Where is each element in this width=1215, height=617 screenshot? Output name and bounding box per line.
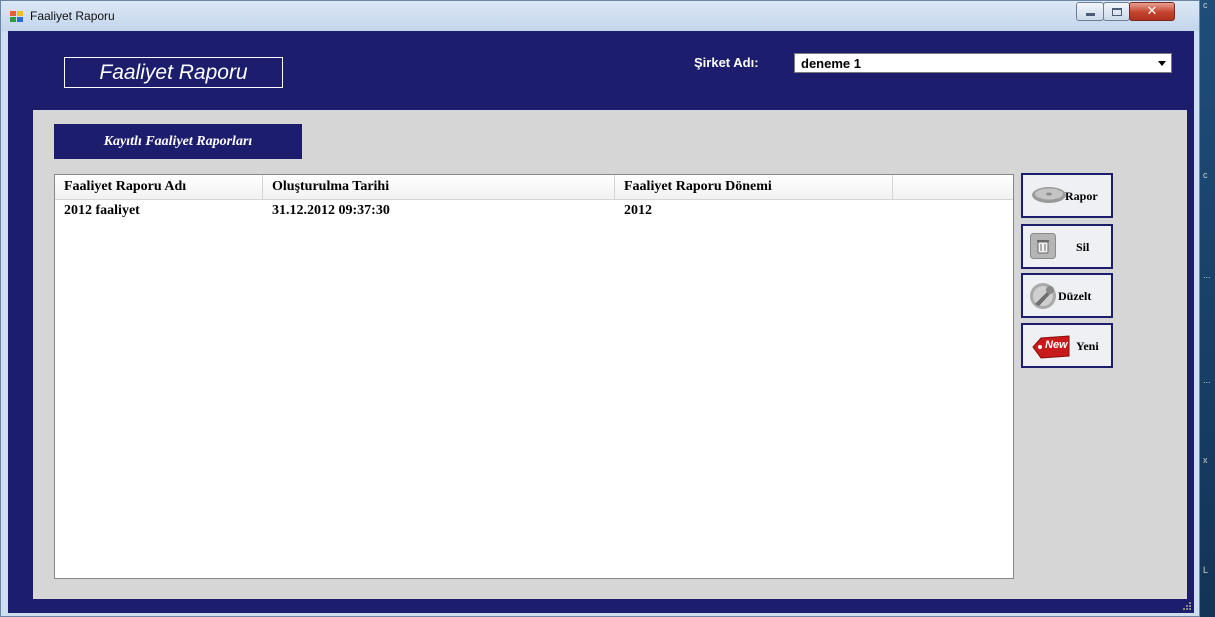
wrench-icon bbox=[1030, 283, 1056, 309]
column-header-report-period[interactable]: Faaliyet Raporu Dönemi bbox=[615, 175, 893, 199]
delete-button-label: Sil bbox=[1076, 240, 1090, 254]
resize-grip-icon[interactable] bbox=[1181, 602, 1191, 612]
reports-grid[interactable]: Faaliyet Raporu Adı Oluşturulma Tarihi F… bbox=[54, 174, 1014, 579]
company-select[interactable]: deneme 1 bbox=[794, 53, 1172, 73]
edit-button[interactable]: Düzelt bbox=[1021, 273, 1113, 318]
client-area: Faaliyet Raporu Şirket Adı: deneme 1 Kay… bbox=[8, 31, 1194, 613]
cell-report-period[interactable]: 2012 bbox=[615, 200, 893, 222]
title-bar[interactable]: Faaliyet Raporu ✕ bbox=[1, 1, 1199, 31]
desktop-text-fragment: c bbox=[1203, 0, 1208, 10]
maximize-button[interactable] bbox=[1103, 2, 1130, 21]
new-button[interactable]: New Yeni bbox=[1021, 323, 1113, 368]
cell-report-name[interactable]: 2012 faaliyet bbox=[55, 200, 263, 222]
edit-button-label: Düzelt bbox=[1058, 289, 1092, 303]
desktop-text-fragment: c bbox=[1203, 170, 1208, 180]
minimize-button[interactable] bbox=[1076, 2, 1104, 21]
window-title: Faaliyet Raporu bbox=[30, 9, 115, 23]
main-window: Faaliyet Raporu ✕ Faaliyet Raporu Şirket… bbox=[0, 0, 1200, 617]
section-title: Kayıtlı Faaliyet Raporları bbox=[103, 134, 253, 149]
close-icon: ✕ bbox=[1146, 4, 1158, 19]
delete-button[interactable]: Sil bbox=[1021, 224, 1113, 269]
new-tag-text: New bbox=[1045, 339, 1068, 351]
column-header-created-date[interactable]: Oluşturulma Tarihi bbox=[263, 175, 615, 199]
desktop-text-fragment: ... bbox=[1203, 270, 1211, 280]
minimize-icon bbox=[1085, 13, 1095, 16]
desktop-background: c c ... ... x L bbox=[1200, 0, 1215, 617]
grid-header: Faaliyet Raporu Adı Oluşturulma Tarihi F… bbox=[55, 175, 1013, 200]
cell-created-date[interactable]: 31.12.2012 09:37:30 bbox=[263, 200, 615, 222]
section-header: Kayıtlı Faaliyet Raporları bbox=[54, 124, 302, 159]
table-row[interactable]: 2012 faaliyet 31.12.2012 09:37:30 2012 bbox=[55, 200, 1013, 222]
page-title-box: Faaliyet Raporu bbox=[64, 57, 283, 88]
desktop-text-fragment: ... bbox=[1203, 375, 1211, 385]
reports-panel: Kayıtlı Faaliyet Raporları Faaliyet Rapo… bbox=[33, 110, 1187, 599]
disc-icon bbox=[1032, 187, 1066, 203]
chevron-down-icon[interactable] bbox=[1158, 61, 1166, 66]
maximize-icon bbox=[1111, 7, 1122, 16]
new-button-label: Yeni bbox=[1076, 339, 1099, 353]
column-header-report-name[interactable]: Faaliyet Raporu Adı bbox=[55, 175, 263, 199]
page-title: Faaliyet Raporu bbox=[99, 61, 248, 84]
company-label: Şirket Adı: bbox=[694, 55, 759, 70]
company-selected-value: deneme 1 bbox=[801, 56, 861, 71]
desktop-text-fragment: x bbox=[1203, 455, 1208, 465]
close-button[interactable]: ✕ bbox=[1129, 2, 1175, 21]
trash-icon bbox=[1030, 233, 1056, 259]
report-button-label: Rapor bbox=[1065, 189, 1098, 203]
report-button[interactable]: Rapor bbox=[1021, 173, 1113, 218]
app-icon bbox=[10, 11, 24, 22]
desktop-text-fragment: L bbox=[1203, 565, 1209, 575]
